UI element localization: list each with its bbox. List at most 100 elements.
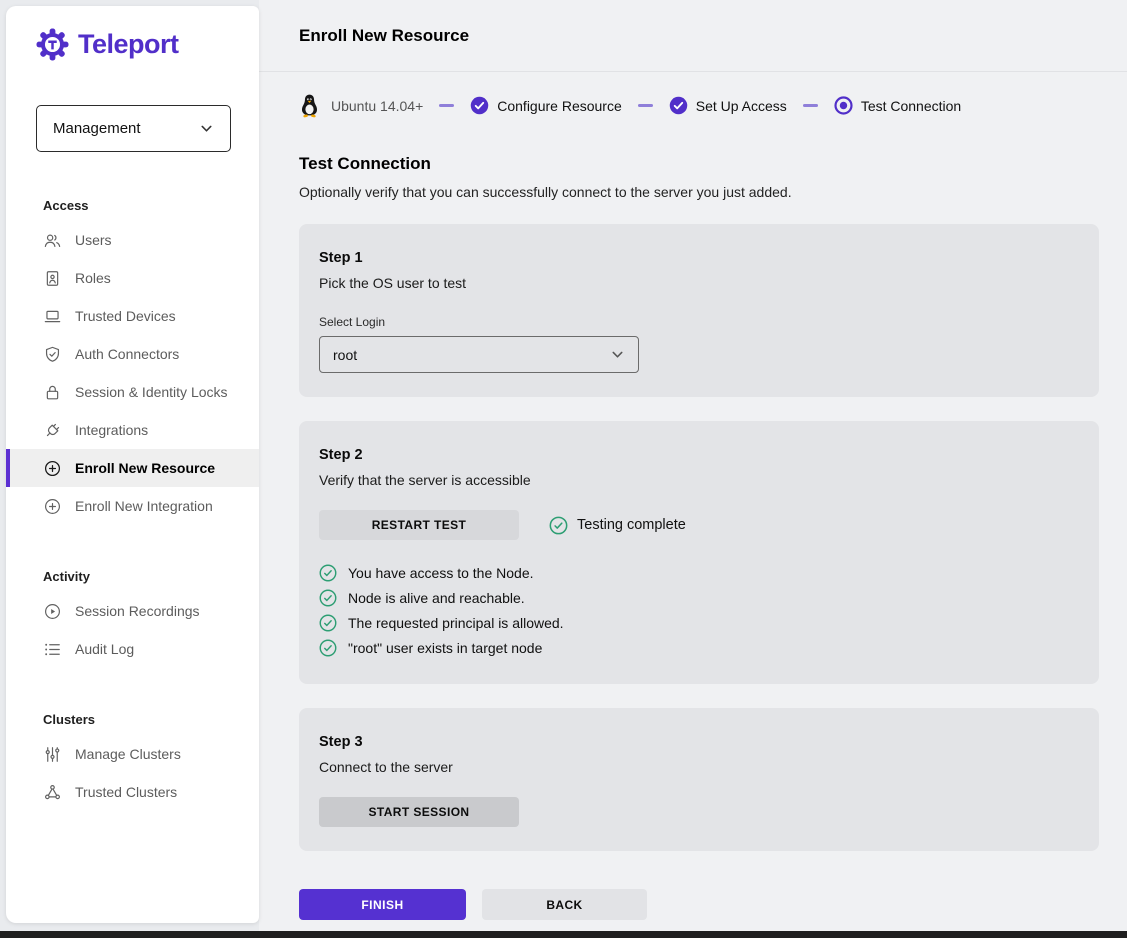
sidebar-item-label: Users bbox=[75, 232, 112, 248]
testing-status: Testing complete bbox=[549, 516, 686, 535]
check-item-text: You have access to the Node. bbox=[348, 565, 534, 581]
id-card-icon bbox=[43, 269, 62, 288]
chevron-down-icon bbox=[199, 121, 214, 136]
check-item: The requested principal is allowed. bbox=[319, 610, 1079, 635]
check-item-text: "root" user exists in target node bbox=[348, 640, 542, 656]
sidebar-item-label: Enroll New Integration bbox=[75, 498, 213, 514]
test-checklist: You have access to the Node. Node is ali… bbox=[319, 560, 1079, 660]
step-label: Configure Resource bbox=[497, 98, 622, 114]
select-login-dropdown[interactable]: root bbox=[319, 336, 639, 373]
step1-card: Step 1 Pick the OS user to test Select L… bbox=[299, 224, 1099, 397]
plug-icon bbox=[43, 421, 62, 440]
list-icon bbox=[43, 640, 62, 659]
sidebar-item-audit-log[interactable]: Audit Log bbox=[6, 630, 259, 668]
resource-kind-label: Ubuntu 14.04+ bbox=[331, 98, 423, 114]
sidebar-item-auth-connectors[interactable]: Auth Connectors bbox=[6, 335, 259, 373]
sidebar-item-manage-clusters[interactable]: Manage Clusters bbox=[6, 735, 259, 773]
check-circle-icon bbox=[319, 639, 337, 657]
sidebar-item-label: Enroll New Resource bbox=[75, 460, 215, 476]
check-item-text: The requested principal is allowed. bbox=[348, 615, 564, 631]
step3-subtitle: Connect to the server bbox=[319, 759, 1079, 775]
wizard-actions: FINISH BACK bbox=[299, 889, 1127, 920]
step-label: Set Up Access bbox=[696, 98, 787, 114]
sidebar-item-session-recordings[interactable]: Session Recordings bbox=[6, 592, 259, 630]
section-heading: Test Connection bbox=[299, 154, 1127, 174]
check-circle-icon bbox=[319, 564, 337, 582]
sidebar-item-label: Trusted Clusters bbox=[75, 784, 177, 800]
step2-subtitle: Verify that the server is accessible bbox=[319, 472, 1079, 488]
nav-section-clusters: Clusters bbox=[6, 668, 259, 735]
enroll-stepper: Ubuntu 14.04+ Configure Resource Set Up … bbox=[259, 72, 1127, 118]
page-header: Enroll New Resource bbox=[259, 0, 1127, 72]
laptop-icon bbox=[43, 307, 62, 326]
sidebar-item-trusted-clusters[interactable]: Trusted Clusters bbox=[6, 773, 259, 811]
check-circle-icon bbox=[319, 589, 337, 607]
app-window: Teleport Management Access Users bbox=[0, 0, 1127, 931]
select-login-label: Select Login bbox=[319, 315, 1079, 329]
sidebar-item-roles[interactable]: Roles bbox=[6, 259, 259, 297]
test-connection-content: Test Connection Optionally verify that y… bbox=[259, 118, 1127, 920]
teleport-gear-icon bbox=[36, 28, 69, 61]
brand-name: Teleport bbox=[78, 29, 179, 60]
sliders-icon bbox=[43, 745, 62, 764]
page-title: Enroll New Resource bbox=[299, 26, 469, 46]
start-session-button[interactable]: START SESSION bbox=[319, 797, 519, 827]
check-item-text: Node is alive and reachable. bbox=[348, 590, 525, 606]
sidebar-item-label: Session Recordings bbox=[75, 603, 200, 619]
check-item: Node is alive and reachable. bbox=[319, 585, 1079, 610]
nav-section-access: Access bbox=[6, 178, 259, 221]
sidebar-item-label: Manage Clusters bbox=[75, 746, 181, 762]
chevron-down-icon bbox=[610, 347, 625, 362]
sidebar: Teleport Management Access Users bbox=[6, 6, 259, 923]
sidebar-item-integrations[interactable]: Integrations bbox=[6, 411, 259, 449]
step3-title: Step 3 bbox=[319, 734, 1079, 750]
plus-circle-icon bbox=[43, 459, 62, 478]
restart-test-button[interactable]: RESTART TEST bbox=[319, 510, 519, 540]
nav-section-activity: Activity bbox=[6, 525, 259, 592]
step-configure-resource: Configure Resource bbox=[470, 96, 622, 115]
users-icon bbox=[43, 231, 62, 250]
workspace-selector-value: Management bbox=[53, 120, 141, 137]
network-icon bbox=[43, 783, 62, 802]
check-circle-icon bbox=[319, 614, 337, 632]
play-circle-icon bbox=[43, 602, 62, 621]
linux-tux-icon bbox=[299, 93, 320, 118]
step1-subtitle: Pick the OS user to test bbox=[319, 275, 1079, 291]
select-login-value: root bbox=[333, 347, 357, 363]
check-item: "root" user exists in target node bbox=[319, 635, 1079, 660]
step-complete-icon bbox=[470, 96, 489, 115]
check-item: You have access to the Node. bbox=[319, 560, 1079, 585]
sidebar-item-label: Trusted Devices bbox=[75, 308, 176, 324]
finish-button[interactable]: FINISH bbox=[299, 889, 466, 920]
lock-icon bbox=[43, 383, 62, 402]
sidebar-item-label: Roles bbox=[75, 270, 111, 286]
sidebar-item-enroll-new-integration[interactable]: Enroll New Integration bbox=[6, 487, 259, 525]
sidebar-item-users[interactable]: Users bbox=[6, 221, 259, 259]
sidebar-item-enroll-new-resource[interactable]: Enroll New Resource bbox=[6, 449, 259, 487]
step1-title: Step 1 bbox=[319, 250, 1079, 266]
shield-check-icon bbox=[43, 345, 62, 364]
testing-status-text: Testing complete bbox=[577, 517, 686, 533]
step-connector bbox=[439, 104, 454, 107]
step2-title: Step 2 bbox=[319, 447, 1079, 463]
sidebar-item-label: Audit Log bbox=[75, 641, 134, 657]
workspace-selector[interactable]: Management bbox=[36, 105, 231, 152]
back-button[interactable]: BACK bbox=[482, 889, 647, 920]
sidebar-item-label: Auth Connectors bbox=[75, 346, 179, 362]
step-active-icon bbox=[834, 96, 853, 115]
sidebar-nav: Access Users Roles bbox=[6, 178, 259, 811]
step-set-up-access: Set Up Access bbox=[669, 96, 787, 115]
check-circle-icon bbox=[549, 516, 568, 535]
step-connector bbox=[638, 104, 653, 107]
sidebar-item-session-identity-locks[interactable]: Session & Identity Locks bbox=[6, 373, 259, 411]
sidebar-item-label: Session & Identity Locks bbox=[75, 384, 228, 400]
window-bottom-edge bbox=[0, 931, 1127, 938]
sidebar-item-trusted-devices[interactable]: Trusted Devices bbox=[6, 297, 259, 335]
step-label: Test Connection bbox=[861, 98, 961, 114]
step-connector bbox=[803, 104, 818, 107]
sidebar-item-label: Integrations bbox=[75, 422, 148, 438]
step3-card: Step 3 Connect to the server START SESSI… bbox=[299, 708, 1099, 851]
section-description: Optionally verify that you can successfu… bbox=[299, 184, 1127, 200]
brand-logo[interactable]: Teleport bbox=[6, 6, 259, 61]
step2-card: Step 2 Verify that the server is accessi… bbox=[299, 421, 1099, 684]
